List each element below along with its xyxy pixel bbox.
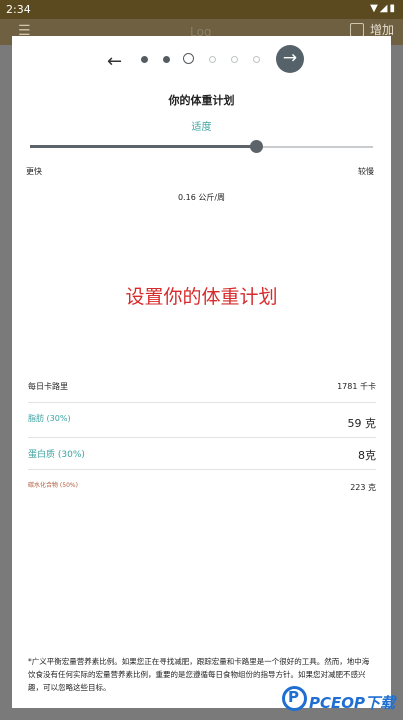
step-dot-2: [163, 56, 170, 63]
step-dot-1: [141, 56, 148, 63]
overlay-caption: 设置你的体重计划: [125, 286, 278, 308]
pace-label: 适度: [191, 122, 212, 133]
background-scrim-left: [0, 45, 12, 720]
divider: [28, 402, 376, 403]
background-scrim-right: [391, 45, 403, 720]
slider-track-filled[interactable]: [30, 145, 257, 148]
divider: [28, 469, 376, 470]
fat-label: 脂肪 (30%): [28, 414, 71, 423]
step-dot-current: [183, 53, 194, 64]
status-bar: 2:34 ▼◢▮: [0, 0, 403, 19]
divider: [28, 437, 376, 438]
protein-value: 8克: [358, 449, 376, 462]
logo-text: PCEOP下载: [309, 694, 395, 712]
slider-label-slower: 较慢: [358, 167, 374, 176]
next-button[interactable]: →: [276, 45, 304, 73]
watermark-logo: P PCEOP下载: [282, 686, 400, 716]
carbs-value: 223 克: [350, 483, 376, 492]
calories-value: 1781 千卡: [337, 382, 376, 391]
status-icons: ▼◢▮: [370, 3, 397, 14]
calendar-icon[interactable]: [350, 23, 364, 37]
weight-plan-dialog: ← → 你的体重计划 适度 更快 较慢 0.16 公斤/周 设置你的体重计划 每…: [12, 36, 391, 708]
status-time: 2:34: [6, 3, 31, 16]
step-dot-5: [231, 56, 238, 63]
back-arrow-icon[interactable]: ←: [107, 51, 122, 72]
dialog-title: 你的体重计划: [168, 94, 235, 107]
arrow-right-icon: →: [282, 48, 298, 68]
slider-thumb[interactable]: [250, 140, 263, 153]
carbs-label: 碳水化合物 (50%): [28, 482, 78, 489]
slider-label-faster: 更快: [26, 167, 42, 176]
fat-value: 59 克: [347, 417, 377, 430]
step-dot-6: [253, 56, 260, 63]
slider-track-empty[interactable]: [257, 146, 373, 148]
step-indicator: [141, 53, 271, 68]
weekly-rate: 0.16 公斤/周: [177, 193, 226, 202]
step-dot-4: [209, 56, 216, 63]
logo-mark: P: [288, 688, 299, 706]
protein-label: 蛋白质 (30%): [28, 450, 85, 460]
calories-label: 每日卡路里: [28, 382, 68, 391]
